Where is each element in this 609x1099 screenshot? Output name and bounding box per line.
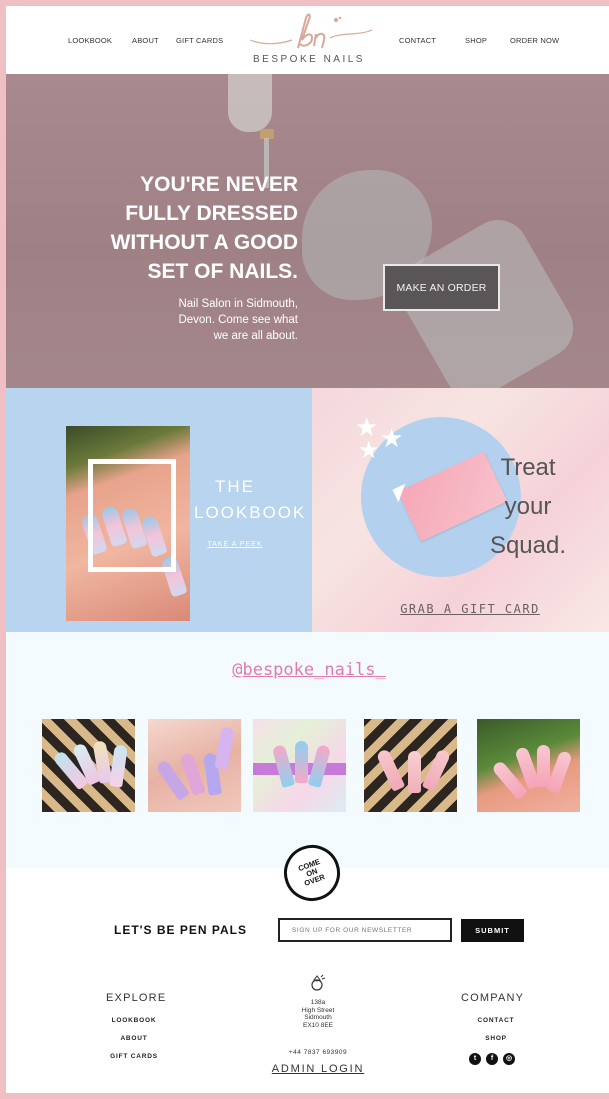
page-frame: LOOKBOOK ABOUT GIFT CARDS BESPOKE NAILS …: [6, 6, 609, 1093]
nav-gift-cards[interactable]: GIFT CARDS: [176, 36, 223, 45]
hero-subtitle-line: Devon. Come see what: [178, 314, 298, 326]
facebook-icon[interactable]: f: [486, 1053, 498, 1065]
gift-card-section[interactable]: ★ ★ ★ Treat your Squad. GRAB A GIFT CARD: [312, 388, 609, 632]
nav-contact[interactable]: CONTACT: [399, 36, 436, 45]
make-an-order-button[interactable]: MAKE AN ORDER: [383, 264, 500, 311]
diamond-ring-icon: [309, 974, 327, 992]
polish-cap-image: [228, 74, 272, 132]
site-header: LOOKBOOK ABOUT GIFT CARDS BESPOKE NAILS …: [6, 6, 609, 74]
hero-subtitle-line: Nail Salon in Sidmouth,: [178, 298, 298, 310]
logo-mark-icon[interactable]: [246, 10, 376, 56]
hero-title-line: YOU'RE NEVER: [140, 173, 298, 196]
hero-title: YOU'RE NEVER FULLY DRESSED WITHOUT A GOO…: [76, 170, 298, 286]
star-icon: ★: [380, 423, 404, 453]
instagram-thumbnail[interactable]: [364, 719, 457, 812]
hero-title-line: SET OF NAILS.: [147, 260, 298, 283]
nav-shop[interactable]: SHOP: [465, 36, 487, 45]
hero-subtitle: Nail Salon in Sidmouth, Devon. Come see …: [136, 296, 298, 344]
address-line: High Street: [301, 1006, 335, 1014]
footer-address: 138a High Street Sidmouth EX10 8EE: [268, 999, 368, 1029]
address-line: Sidmouth: [304, 1014, 332, 1021]
star-icon: ★: [358, 437, 380, 464]
gift-title-line: Treat: [500, 454, 556, 481]
lookbook-title-line: LOOKBOOK: [194, 503, 307, 522]
newsletter-submit-button[interactable]: SUBMIT: [461, 919, 524, 942]
gift-title: Treat your Squad.: [482, 448, 574, 565]
instagram-handle-link[interactable]: @bespoke_nails_: [216, 660, 402, 680]
nav-lookbook[interactable]: LOOKBOOK: [68, 36, 112, 45]
hero-title-line: WITHOUT A GOOD: [110, 231, 298, 254]
admin-login-link[interactable]: ADMIN LOGIN: [268, 1063, 368, 1075]
nav-about[interactable]: ABOUT: [132, 36, 159, 45]
twitter-icon[interactable]: t: [469, 1053, 481, 1065]
footer-link-lookbook[interactable]: LOOKBOOK: [89, 1017, 179, 1024]
instagram-thumbnail[interactable]: [42, 719, 135, 812]
gift-title-line: your: [504, 493, 552, 520]
instagram-thumbnail[interactable]: [148, 719, 241, 812]
footer-link-shop[interactable]: SHOP: [451, 1035, 541, 1042]
footer-link-about[interactable]: ABOUT: [89, 1035, 179, 1042]
hero-section: YOU'RE NEVER FULLY DRESSED WITHOUT A GOO…: [6, 74, 609, 394]
instagram-icon[interactable]: ◎: [503, 1053, 515, 1065]
take-a-peek-link[interactable]: TAKE A PEEK: [196, 541, 274, 548]
newsletter-label: LET'S BE PEN PALS: [114, 923, 247, 937]
company-heading: COMPANY: [461, 992, 525, 1004]
address-line: 138a: [310, 999, 326, 1006]
lookbook-title-line: THE: [215, 477, 255, 496]
instagram-thumbnail[interactable]: [253, 719, 346, 812]
newsletter-email-input[interactable]: [278, 918, 452, 942]
hero-subtitle-line: we are all about.: [213, 330, 298, 342]
gift-title-line: Squad.: [489, 532, 567, 559]
footer-link-gift-cards[interactable]: GIFT CARDS: [89, 1053, 179, 1060]
instagram-section: @bespoke_nails_: [6, 632, 609, 868]
lookbook-section[interactable]: THE LOOKBOOK TAKE A PEEK: [6, 388, 312, 632]
logo-wordmark[interactable]: BESPOKE NAILS: [246, 54, 372, 65]
instagram-thumbnail[interactable]: [477, 719, 580, 812]
grab-a-gift-card-link[interactable]: GRAB A GIFT CARD: [400, 602, 540, 616]
explore-heading: EXPLORE: [106, 992, 167, 1004]
lookbook-title: THE LOOKBOOK: [194, 474, 307, 526]
lookbook-photo-frame: [88, 459, 176, 572]
address-line: EX10 8EE: [303, 1021, 333, 1029]
footer-phone[interactable]: +44 7837 693909: [268, 1049, 368, 1056]
footer-link-contact[interactable]: CONTACT: [451, 1017, 541, 1024]
hero-title-line: FULLY DRESSED: [125, 202, 298, 225]
nav-order-now[interactable]: ORDER NOW: [510, 36, 559, 45]
